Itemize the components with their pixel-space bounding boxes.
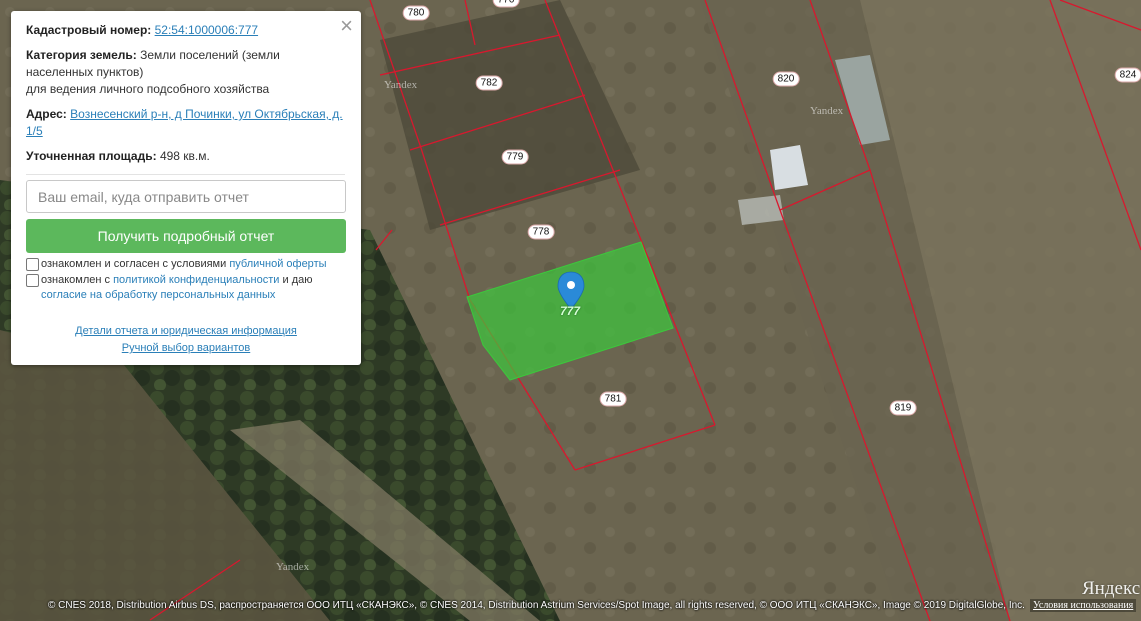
plot-label-778[interactable]: 778 (527, 224, 555, 240)
offer-consent-text: ознакомлен и согласен с условиями (41, 258, 227, 270)
privacy-checkbox[interactable] (26, 274, 39, 287)
land-category-value: Земли поселений (земли (140, 48, 280, 62)
offer-consent-row: ознакомлен и согласен с условиями публич… (26, 257, 349, 272)
panel-divider (26, 174, 345, 175)
map-watermark: Yandex (384, 79, 418, 91)
email-input[interactable] (26, 180, 346, 213)
land-category-label: Категория земель: (26, 48, 137, 62)
address-label: Адрес: (26, 107, 67, 121)
address-link[interactable]: Вознесенский р-н, д Починки, ул Октябрьс… (70, 107, 342, 121)
plot-label-781[interactable]: 781 (599, 391, 627, 407)
address-link-line2[interactable]: 1/5 (26, 124, 43, 138)
privacy-consent-and: и даю (282, 274, 313, 286)
plot-label-776[interactable]: 776 (492, 0, 520, 8)
privacy-consent-text: ознакомлен с (41, 274, 111, 286)
privacy-consent-row: ознакомлен с политикой конфиденциальност… (26, 273, 349, 303)
land-category-row: Категория земель: Земли поселений (земли… (26, 47, 345, 98)
address-row: Адрес: Вознесенский р-н, д Починки, ул О… (26, 106, 345, 140)
plot-info-panel: × Кадастровый номер: 52:54:1000006:777 К… (11, 11, 361, 365)
manual-selection-link[interactable]: Ручной выбор вариантов (11, 342, 361, 354)
plot-label-819[interactable]: 819 (889, 400, 917, 416)
imagery-copyright: © CNES 2018, Distribution Airbus DS, рас… (48, 600, 1025, 611)
terms-of-use-link[interactable]: Условия использования (1030, 599, 1137, 612)
land-category-value-line3: для ведения личного подсобного хозяйства (26, 82, 270, 96)
get-report-button[interactable]: Получить подробный отчет (26, 219, 346, 253)
cadastral-number-row: Кадастровый номер: 52:54:1000006:777 (26, 22, 345, 39)
public-offer-link[interactable]: публичной оферты (229, 258, 326, 270)
plot-label-824[interactable]: 824 (1114, 67, 1141, 83)
plot-label-779[interactable]: 779 (501, 149, 529, 165)
personal-data-consent-link[interactable]: согласие на обработку персональных данны… (41, 289, 275, 301)
yandex-logo: Яндекс (1082, 578, 1141, 599)
cadastral-number-label: Кадастровый номер: (26, 23, 152, 37)
plot-label-780[interactable]: 780 (402, 5, 430, 21)
map-watermark: Yandex (276, 561, 310, 573)
plot-label-820[interactable]: 820 (772, 71, 800, 87)
cadastral-number-link[interactable]: 52:54:1000006:777 (155, 23, 258, 37)
land-category-value-line2: населенных пунктов) (26, 65, 144, 79)
selected-plot-number: 777 (560, 304, 581, 318)
area-value: 498 кв.м. (159, 149, 210, 163)
area-label: Уточненная площадь: (26, 149, 157, 163)
area-row: Уточненная площадь: 498 кв.м. (26, 148, 345, 165)
privacy-policy-link[interactable]: политикой конфиденциальности (113, 274, 279, 286)
map-watermark: Yandex (810, 105, 844, 117)
plot-label-782[interactable]: 782 (475, 75, 503, 91)
offer-checkbox[interactable] (26, 258, 39, 271)
report-details-link[interactable]: Детали отчета и юридическая информация (11, 325, 361, 337)
